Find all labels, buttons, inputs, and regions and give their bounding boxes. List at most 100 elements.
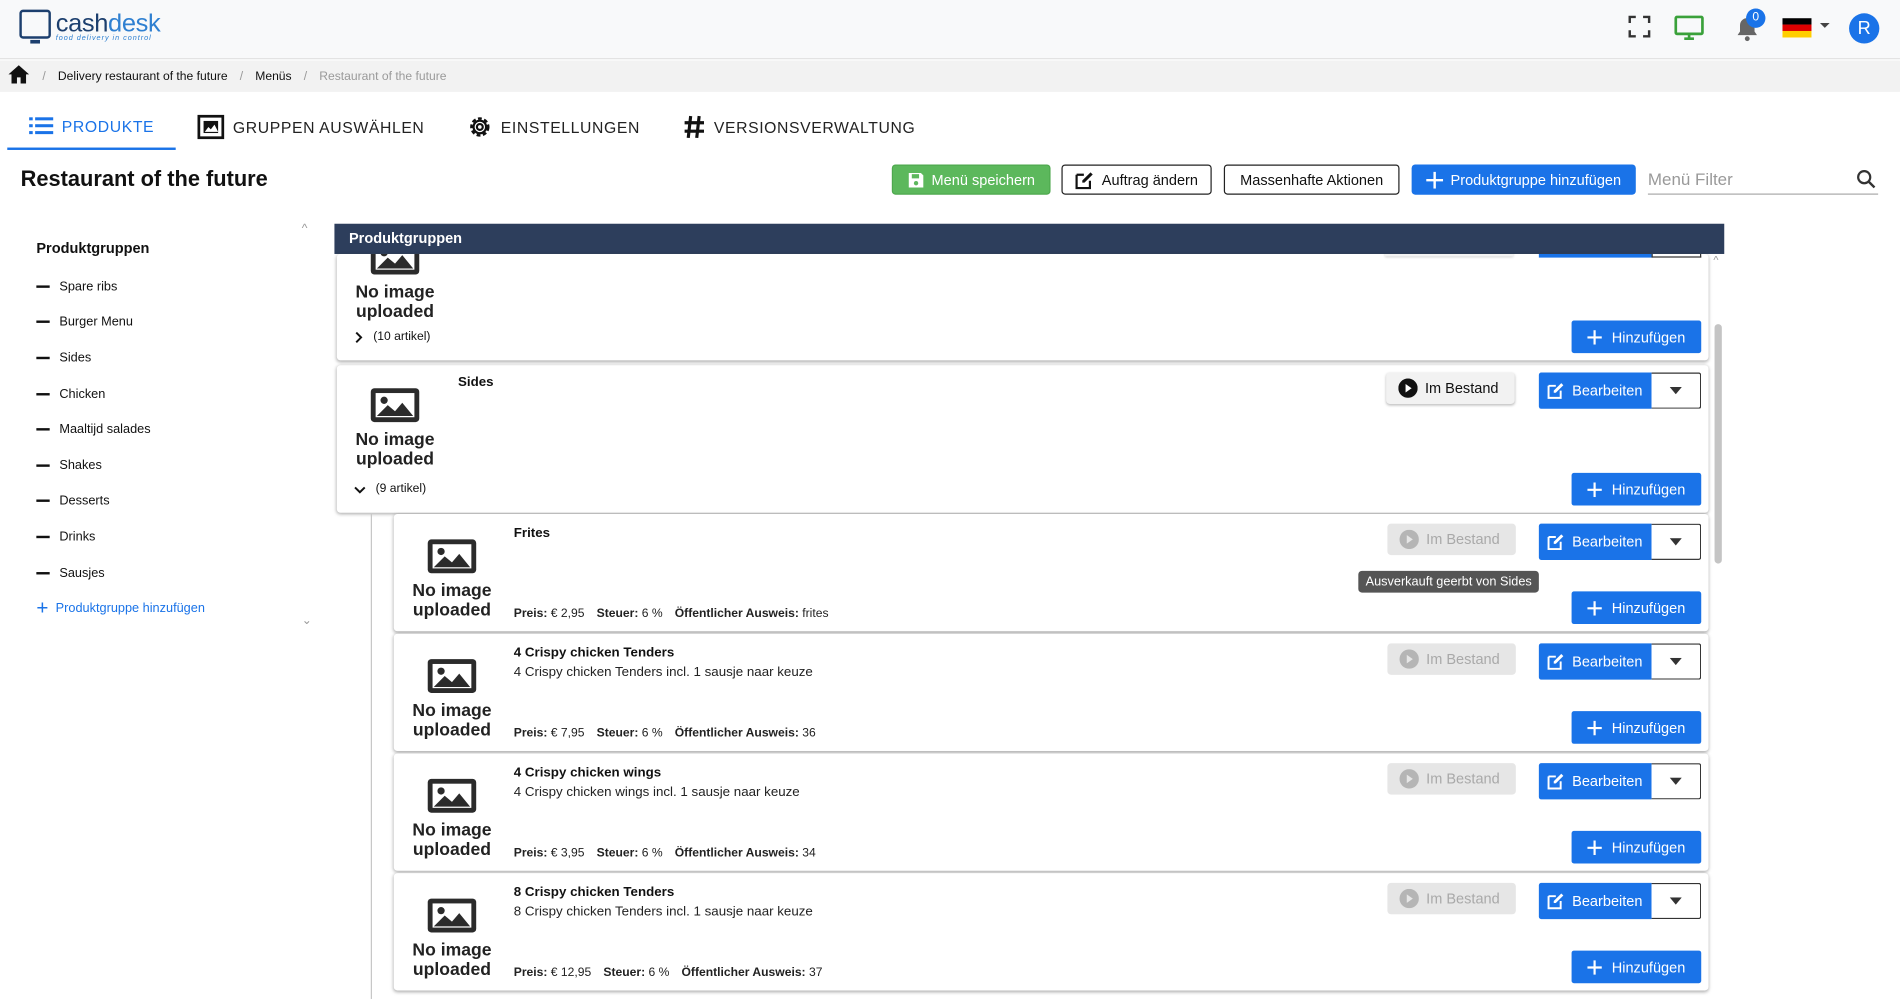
- edit-dropdown-button[interactable]: [1651, 372, 1702, 409]
- add-button[interactable]: Hinzufügen: [1571, 591, 1702, 625]
- add-button[interactable]: Hinzufügen: [1571, 711, 1702, 744]
- sidebar-group-item[interactable]: Sausjes: [36, 555, 303, 591]
- notification-count-badge: 0: [1746, 8, 1766, 28]
- sidebar-group-item[interactable]: Desserts: [36, 483, 303, 519]
- sidebar-scroll-down[interactable]: ⌄: [302, 614, 312, 627]
- group-expand-toggle[interactable]: (10 artikel): [354, 330, 430, 343]
- caret-down-icon: [1669, 387, 1682, 395]
- in-stock-toggle[interactable]: Im Bestand: [1386, 372, 1515, 404]
- tab-einstellungen[interactable]: EINSTELLUNGEN: [446, 104, 662, 150]
- in-stock-toggle-disabled[interactable]: Im Bestand: [1387, 763, 1516, 795]
- sold-out-tooltip: Ausverkauft geerbt von Sides: [1358, 570, 1540, 593]
- breadcrumb-menus-link[interactable]: Menüs: [255, 70, 291, 83]
- price-value: € 2,95: [550, 607, 585, 621]
- caret-down-icon: [1669, 777, 1682, 785]
- edit-button[interactable]: Bearbeiten: [1538, 523, 1652, 560]
- panel-scrollbar[interactable]: [1714, 324, 1722, 564]
- plus-icon: [1587, 600, 1603, 615]
- product-name: Frites: [513, 526, 551, 541]
- sidebar-group-label: Drinks: [59, 529, 96, 545]
- edit-button[interactable]: Bearbeiten: [1538, 372, 1652, 409]
- german-flag-icon[interactable]: [1782, 18, 1812, 38]
- tab-label: GRUPPEN AUSWÄHLEN: [232, 117, 425, 137]
- edit-split-button: Bearbeiten: [1538, 643, 1702, 680]
- sidebar-group-label: Shakes: [59, 458, 102, 473]
- tab-produkte[interactable]: PRODUKTE: [7, 104, 176, 150]
- edit-button[interactable]: Bearbeiten: [1538, 763, 1652, 800]
- add-button[interactable]: Hinzufügen: [1571, 472, 1702, 506]
- sidebar-group-item[interactable]: Sides: [36, 340, 303, 376]
- logo-name-part2: desk: [108, 9, 161, 38]
- edit-button[interactable]: Bearbeiten: [1538, 882, 1652, 920]
- edit-dropdown-button[interactable]: [1651, 763, 1702, 800]
- stock-button-partial[interactable]: [1384, 253, 1514, 257]
- in-stock-label: Im Bestand: [1426, 770, 1500, 788]
- sidebar-group-item[interactable]: Maaltijd salades: [36, 412, 303, 448]
- tab-gruppen-auswaehlen[interactable]: GRUPPEN AUSWÄHLEN: [176, 104, 446, 150]
- chevron-down-icon: [354, 486, 366, 493]
- edit-dropdown-button[interactable]: [1651, 523, 1702, 560]
- add-button[interactable]: Hinzufügen: [1571, 950, 1702, 984]
- bulk-actions-button[interactable]: Massenhafte Aktionen: [1223, 164, 1400, 195]
- edit-dropdown-button[interactable]: [1651, 882, 1702, 920]
- display-monitor-icon[interactable]: [1673, 15, 1705, 42]
- group-article-count: (9 artikel): [375, 482, 427, 496]
- edit-dropdown-button[interactable]: [1651, 643, 1702, 680]
- drag-handle-icon[interactable]: [36, 320, 50, 324]
- search-icon[interactable]: [1856, 169, 1876, 192]
- drag-handle-icon[interactable]: [36, 428, 50, 431]
- price-label: Preis:: [513, 966, 548, 980]
- in-stock-toggle-disabled[interactable]: Im Bestand: [1387, 643, 1516, 675]
- add-button[interactable]: Hinzufügen: [1571, 830, 1702, 864]
- plus-icon: [1587, 481, 1603, 497]
- save-menu-button[interactable]: Menü speichern: [891, 164, 1051, 195]
- user-avatar[interactable]: R: [1849, 13, 1880, 44]
- language-dropdown-chevron-icon[interactable]: [1819, 21, 1831, 31]
- price-value: € 12,95: [550, 966, 592, 980]
- sidebar-group-item[interactable]: Burger Menu: [36, 304, 303, 340]
- add-product-group-button[interactable]: Produktgruppe hinzufügen: [1411, 164, 1636, 195]
- sidebar-scroll-up[interactable]: ^: [302, 223, 308, 236]
- panel-scroll-up[interactable]: ^: [1713, 254, 1718, 266]
- save-icon: [908, 172, 924, 187]
- drag-handle-icon[interactable]: [36, 285, 50, 288]
- drag-handle-icon[interactable]: [36, 464, 50, 467]
- in-stock-toggle-disabled[interactable]: Im Bestand: [1387, 523, 1516, 556]
- edit-icon: [1548, 893, 1564, 910]
- drag-handle-icon[interactable]: [36, 499, 50, 503]
- fullscreen-icon[interactable]: [1627, 15, 1651, 39]
- price-label: Preis:: [513, 726, 548, 741]
- sidebar-group-item[interactable]: Shakes: [36, 447, 303, 483]
- sidebar-group-item[interactable]: Chicken: [36, 376, 303, 412]
- breadcrumb: / Delivery restaurant of the future / Me…: [0, 60, 1900, 92]
- sidebar-group-item[interactable]: Drinks: [36, 519, 303, 555]
- menu-filter-input[interactable]: Menü Filter: [1647, 164, 1879, 195]
- add-product-group-label: Produktgruppe hinzufügen: [1450, 171, 1622, 189]
- change-order-button[interactable]: Auftrag ändern: [1061, 164, 1212, 195]
- page-title: Restaurant of the future: [20, 166, 268, 192]
- edit-button-partial[interactable]: [1538, 253, 1652, 258]
- no-image-line1: No image: [412, 821, 492, 841]
- sidebar-group-label: Spare ribs: [59, 279, 118, 294]
- add-button[interactable]: Hinzufügen: [1571, 320, 1702, 354]
- edit-dropdown-partial[interactable]: [1651, 253, 1702, 258]
- drag-handle-icon[interactable]: [36, 535, 50, 539]
- tab-versionsverwaltung[interactable]: VERSIONSVERWALTUNG: [662, 104, 937, 150]
- drag-handle-icon[interactable]: [36, 571, 50, 574]
- breadcrumb-restaurant-link[interactable]: Delivery restaurant of the future: [58, 70, 228, 83]
- tab-label: PRODUKTE: [61, 116, 155, 135]
- edit-button[interactable]: Bearbeiten: [1538, 643, 1652, 680]
- group-collapse-toggle[interactable]: (9 artikel): [354, 483, 426, 496]
- hash-icon: [684, 115, 705, 139]
- drag-handle-icon[interactable]: [36, 356, 50, 360]
- in-stock-toggle-disabled[interactable]: Im Bestand: [1387, 882, 1516, 915]
- in-stock-label: Im Bestand: [1426, 650, 1500, 668]
- sidebar-add-group-link[interactable]: + Produktgruppe hinzufügen: [36, 591, 303, 626]
- home-icon[interactable]: [7, 64, 30, 88]
- tax-value: 6 %: [641, 846, 663, 860]
- edit-button-label: Bearbeiten: [1572, 382, 1643, 400]
- edit-split-button: Bearbeiten: [1538, 372, 1702, 409]
- sidebar-group-item[interactable]: Spare ribs: [36, 268, 303, 304]
- tax-label: Steuer:: [603, 966, 646, 980]
- drag-handle-icon[interactable]: [36, 392, 50, 395]
